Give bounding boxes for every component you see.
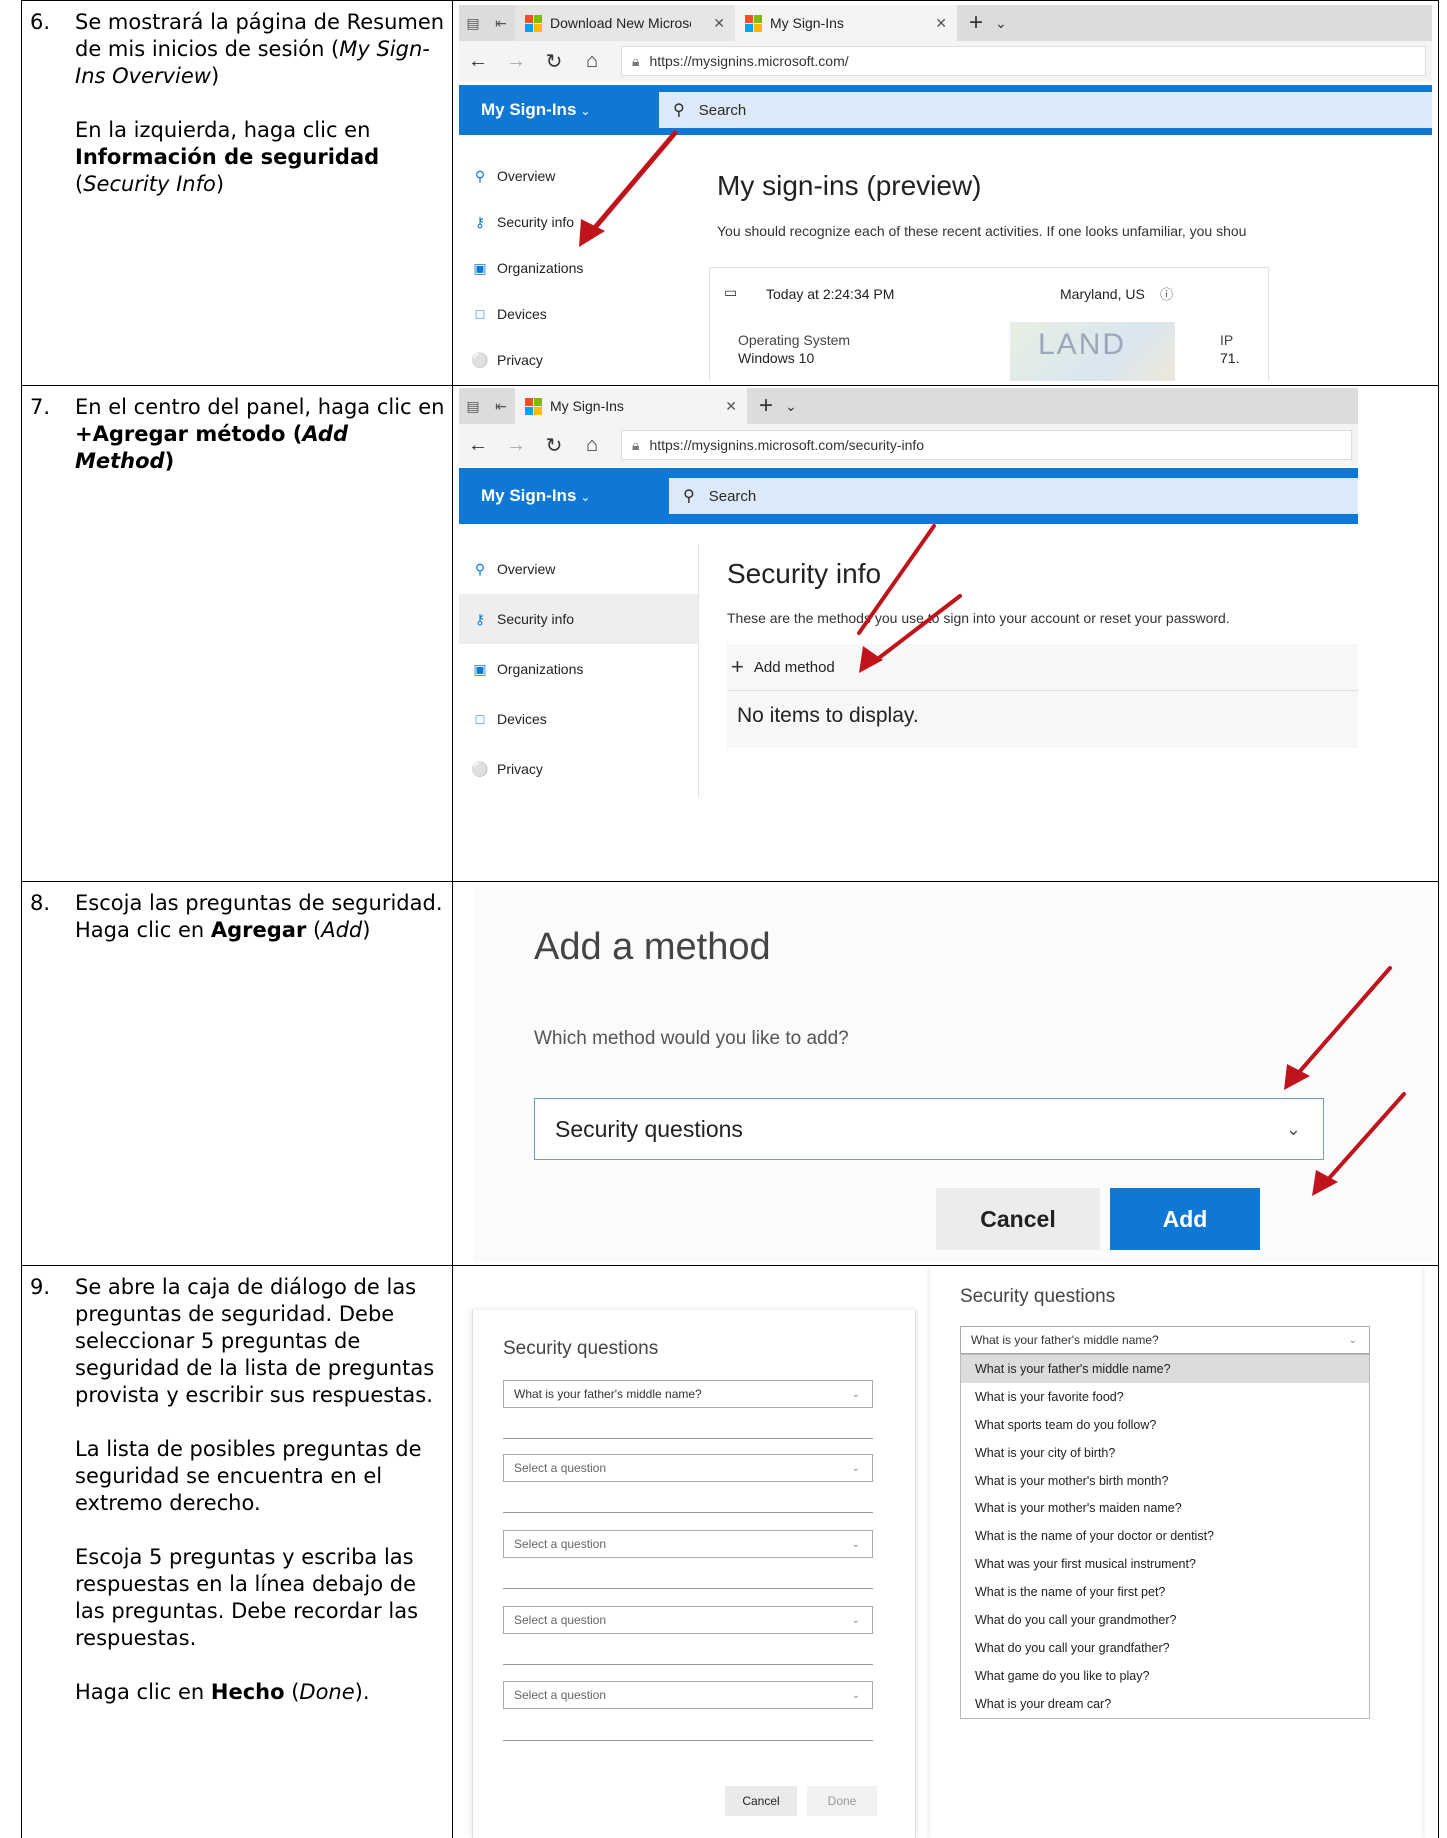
question-option[interactable]: What is your mother's birth month? — [961, 1467, 1369, 1495]
question-select-1[interactable]: What is your father's middle name? ⌄ — [503, 1380, 873, 1408]
question-select-value: What is your father's middle name? — [514, 1387, 702, 1401]
step-text: ( — [284, 1680, 300, 1704]
step-row-6: 6. Se mostrará la página de Resumen de m… — [21, 0, 1439, 386]
question-select-value: Select a question — [514, 1537, 607, 1551]
step-text-cell: 7. En el centro del panel, haga clic en … — [22, 386, 452, 881]
question-select-2[interactable]: Select a question ⌄ — [503, 1454, 873, 1482]
pointer-arrow — [1284, 966, 1406, 1196]
screenshot-add-method-dialog: Add a method Which method would you like… — [474, 886, 1432, 1262]
step-instructions: Se mostrará la página de Resumen de mis … — [75, 9, 445, 198]
chevron-down-icon: ⌄ — [851, 1462, 860, 1474]
cancel-button[interactable]: Cancel — [725, 1786, 797, 1816]
answer-line-2[interactable] — [503, 1512, 873, 1513]
question-option[interactable]: What is the name of your doctor or denti… — [961, 1522, 1369, 1550]
step-text-bold: Información de seguridad — [75, 145, 380, 169]
step-text: ) — [362, 918, 371, 942]
step-text: ) — [215, 172, 225, 196]
step-text: Escoja 5 preguntas y escriba las respues… — [75, 1545, 419, 1650]
step-text: ( — [75, 172, 84, 196]
step-text-bold: Agregar — [210, 918, 307, 942]
done-button[interactable]: Done — [807, 1786, 877, 1816]
answer-line-4[interactable] — [503, 1664, 873, 1665]
question-option[interactable]: What was your first musical instrument? — [961, 1550, 1369, 1578]
question-option[interactable]: What sports team do you follow? — [961, 1411, 1369, 1439]
question-select-3[interactable]: Select a question ⌄ — [503, 1530, 873, 1558]
step-text-english: Add — [321, 918, 363, 942]
question-option[interactable]: What do you call your grandfather? — [961, 1634, 1369, 1662]
step-text: ) — [211, 64, 220, 88]
column-divider — [452, 386, 453, 881]
step-text: En la izquierda, haga clic en — [75, 118, 371, 142]
step-text-cell: 6. Se mostrará la página de Resumen de m… — [22, 1, 452, 385]
step-text-bold: +Agregar método ( — [75, 422, 303, 446]
security-questions-dialog: Security questions What is your father's… — [472, 1310, 916, 1838]
step-text: Haga clic en — [75, 918, 211, 942]
step-text-cell: 8. Escoja las preguntas de seguridad. Ha… — [22, 882, 452, 1265]
step-instructions: En el centro del panel, haga clic en +Ag… — [75, 394, 445, 475]
step-text-bold: ) — [164, 449, 175, 473]
security-questions-dropdown-panel: Security questions What is your father's… — [930, 1266, 1422, 1838]
question-option[interactable]: What is your favorite food? — [961, 1383, 1369, 1411]
step-text: ( — [306, 918, 322, 942]
step-text: La lista de posibles preguntas de seguri… — [75, 1437, 422, 1515]
question-option[interactable]: What is your mother's maiden name? — [961, 1494, 1369, 1522]
step-text-cell: 9. Se abre la caja de diálogo de las pre… — [22, 1266, 452, 1838]
screenshot-security-info: ▤ ⇤ My Sign-Ins ✕ + ⌄ ← → ↻ ⌂ 🔒︎ https:/… — [459, 388, 1358, 798]
step-text: Haga clic en — [75, 1680, 211, 1704]
step-text-bold: Hecho — [210, 1680, 285, 1704]
step-number: 8. — [30, 891, 51, 915]
column-divider — [452, 882, 453, 1265]
chevron-down-icon: ⌄ — [851, 1689, 860, 1701]
step-text: Se abre la caja de diálogo de las pregun… — [75, 1275, 435, 1407]
instruction-table: 6. Se mostrará la página de Resumen de m… — [21, 0, 1439, 1838]
dialog-title: Security questions — [503, 1338, 659, 1359]
question-select-4[interactable]: Select a question ⌄ — [503, 1606, 873, 1634]
question-select-open[interactable]: What is your father's middle name? ⌄ — [960, 1326, 1370, 1354]
question-option[interactable]: What do you call your grandmother? — [961, 1606, 1369, 1634]
pointer-arrow — [857, 524, 962, 673]
chevron-up-icon: ⌄ — [1348, 1334, 1357, 1346]
step-row-7: 7. En el centro del panel, haga clic en … — [21, 386, 1439, 882]
answer-line-1[interactable] — [503, 1438, 873, 1439]
chevron-down-icon: ⌄ — [851, 1388, 860, 1400]
step-text-english: Security Info — [83, 172, 216, 196]
step-number: 7. — [30, 395, 51, 419]
step-text: ). — [354, 1680, 370, 1704]
step-text: Escoja las preguntas de seguridad. — [75, 891, 443, 915]
question-select-value: Select a question — [514, 1461, 607, 1475]
step-number: 6. — [30, 10, 51, 34]
step-row-8: 8. Escoja las preguntas de seguridad. Ha… — [21, 882, 1439, 1266]
question-option[interactable]: What game do you like to play? — [961, 1662, 1369, 1690]
question-select-value: What is your father's middle name? — [971, 1333, 1159, 1347]
question-select-value: Select a question — [514, 1688, 607, 1702]
pointer-arrow — [579, 130, 678, 247]
question-option[interactable]: What is your dream car? — [961, 1690, 1369, 1718]
question-select-value: Select a question — [514, 1613, 607, 1627]
column-divider — [452, 1, 453, 385]
question-options-list: What is your father's middle name? What … — [960, 1354, 1370, 1719]
question-select-5[interactable]: Select a question ⌄ — [503, 1681, 873, 1709]
answer-line-5[interactable] — [503, 1740, 873, 1741]
step-instructions: Escoja las preguntas de seguridad. Haga … — [75, 890, 445, 944]
question-option[interactable]: What is your father's middle name? — [961, 1355, 1369, 1383]
screenshot-security-questions: Security questions What is your father's… — [454, 1266, 1438, 1838]
question-option[interactable]: What is the name of your first pet? — [961, 1578, 1369, 1606]
screenshot-my-signins-overview: ▤ ⇤ Download New Microsc ✕ My Sign-Ins ✕… — [459, 5, 1432, 381]
step-number: 9. — [30, 1275, 51, 1299]
answer-line-3[interactable] — [503, 1588, 873, 1589]
step-text-english: Done — [299, 1680, 355, 1704]
chevron-down-icon: ⌄ — [851, 1614, 860, 1626]
panel-title: Security questions — [960, 1286, 1116, 1307]
step-instructions: Se abre la caja de diálogo de las pregun… — [75, 1274, 445, 1706]
column-divider — [452, 1266, 453, 1838]
question-option[interactable]: What is your city of birth? — [961, 1439, 1369, 1467]
chevron-down-icon: ⌄ — [851, 1538, 860, 1550]
step-text: En el centro del panel, haga clic en — [75, 395, 445, 419]
step-row-9: 9. Se abre la caja de diálogo de las pre… — [21, 1266, 1439, 1838]
